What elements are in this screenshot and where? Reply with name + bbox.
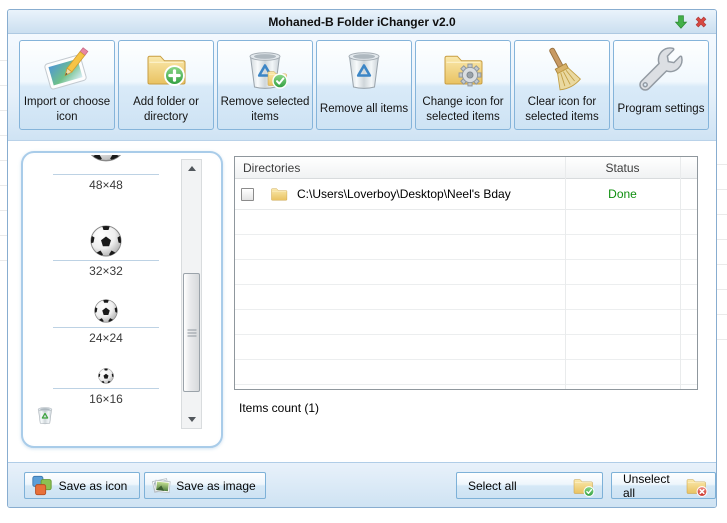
- button-label: Save as image: [176, 478, 256, 493]
- folder-gear-icon: [444, 55, 483, 87]
- toolbar-button-label: Remove selected items: [220, 95, 310, 123]
- size-label-24: 24×24: [89, 331, 123, 345]
- select-all-button[interactable]: Select all: [456, 472, 603, 499]
- folder-plus-icon: [147, 55, 186, 87]
- soccer-ball-preview-16: [98, 368, 114, 384]
- toolbar-button-program-settings[interactable]: Program settings: [613, 40, 709, 130]
- save-as-icon-button[interactable]: Save as icon: [24, 472, 140, 499]
- directories-table: Directories Status C:\Users\Loverboy\Des…: [234, 156, 698, 390]
- table-row-empty: [235, 310, 697, 335]
- table-row-empty: [235, 360, 697, 385]
- wrench-icon: [639, 47, 683, 91]
- green-down-arrow-icon: [674, 15, 688, 29]
- triangle-down-icon: [187, 417, 196, 422]
- photo-icon: [151, 477, 171, 493]
- recycle-bin-check-icon: [249, 52, 288, 89]
- row-checkbox[interactable]: [241, 187, 254, 201]
- toolbar: Import or choose icon Add folder or dire…: [8, 34, 716, 141]
- toolbar-button-add-folder[interactable]: Add folder or directory: [118, 40, 214, 130]
- toolbar-button-import-or-choose-icon[interactable]: Import or choose icon: [19, 40, 115, 130]
- table-row-empty: [235, 285, 697, 310]
- directory-path: C:\Users\Loverboy\Desktop\Neel's Bday: [297, 187, 511, 201]
- background-window-edge: [717, 140, 727, 340]
- table-row[interactable]: C:\Users\Loverboy\Desktop\Neel's Bday Do…: [235, 179, 697, 210]
- table-gridline: [680, 157, 681, 389]
- recycle-bin-icon: [348, 52, 380, 89]
- toolbar-button-remove-all[interactable]: Remove all items: [316, 40, 412, 130]
- status-value: Done: [608, 187, 637, 201]
- separator: [53, 388, 159, 389]
- directory-cell: C:\Users\Loverboy\Desktop\Neel's Bday: [235, 184, 565, 204]
- window-title: Mohaned-B Folder iChanger v2.0: [268, 15, 456, 29]
- column-header-directories[interactable]: Directories: [235, 161, 565, 175]
- button-label: Select all: [468, 478, 517, 493]
- folder-check-icon: [573, 478, 595, 497]
- table-row-empty: [235, 210, 697, 235]
- table-row-empty: [235, 235, 697, 260]
- scrollbar-thumb[interactable]: [183, 273, 200, 392]
- table-gridline: [565, 157, 566, 389]
- scroll-down-button[interactable]: [182, 412, 201, 427]
- toolbar-button-change-icon[interactable]: Change icon for selected items: [415, 40, 511, 130]
- icon-preview-panel: 48×48 32×32 24×24 16×16: [21, 151, 223, 448]
- close-icon: [695, 16, 707, 28]
- table-row-empty: [235, 335, 697, 360]
- table-header: Directories Status: [235, 157, 697, 179]
- button-label: Unselect all: [623, 471, 670, 500]
- minimize-to-tray-button[interactable]: [673, 14, 689, 30]
- app-window: Mohaned-B Folder iChanger v2.0 Import or…: [7, 9, 717, 508]
- main-content: 48×48 32×32 24×24 16×16 Directories Stat…: [8, 141, 716, 463]
- toolbar-button-label: Clear icon for selected items: [525, 95, 599, 123]
- recycle-bin-icon[interactable]: [34, 404, 56, 426]
- toolbar-button-label: Import or choose icon: [23, 95, 111, 123]
- toolbar-button-label: Add folder or directory: [133, 95, 199, 123]
- table-row-empty: [235, 260, 697, 285]
- color-squares-icon: [32, 475, 52, 495]
- folder-icon: [271, 188, 288, 201]
- separator: [53, 327, 159, 328]
- background-window-edge: [0, 36, 7, 271]
- separator: [53, 174, 159, 175]
- size-label-48: 48×48: [89, 178, 123, 192]
- column-header-status[interactable]: Status: [565, 161, 680, 175]
- picture-pencil-icon: [44, 47, 89, 90]
- toolbar-button-remove-selected[interactable]: Remove selected items: [217, 40, 313, 130]
- triangle-up-icon: [187, 166, 196, 171]
- toolbar-button-clear-icon[interactable]: Clear icon for selected items: [514, 40, 610, 130]
- unselect-all-button[interactable]: Unselect all: [611, 471, 716, 500]
- close-button[interactable]: [693, 14, 709, 30]
- soccer-ball-preview-24: [94, 299, 118, 323]
- size-label-16: 16×16: [89, 392, 123, 406]
- button-label: Save as icon: [58, 478, 128, 493]
- separator: [53, 260, 159, 261]
- bottom-bar: Save as icon Save as image Select all Un…: [8, 462, 716, 507]
- titlebar: Mohaned-B Folder iChanger v2.0: [8, 10, 716, 34]
- toolbar-button-label: Change icon for selected items: [422, 95, 504, 123]
- scroll-up-button[interactable]: [182, 161, 201, 176]
- items-count-label: Items count (1): [239, 401, 320, 415]
- toolbar-button-label: Program settings: [617, 103, 705, 116]
- size-label-32: 32×32: [89, 264, 123, 278]
- table-row-empty: [235, 385, 697, 389]
- save-as-image-button[interactable]: Save as image: [144, 472, 266, 499]
- soccer-ball-preview-32: [90, 225, 122, 257]
- thumb-grip-icon: [187, 329, 196, 336]
- soccer-ball-preview-48-clipped: [84, 155, 128, 162]
- preview-scrollbar[interactable]: [181, 159, 202, 429]
- broom-icon: [549, 47, 581, 91]
- folder-x-icon: [686, 478, 708, 497]
- toolbar-button-label: Remove all items: [319, 103, 409, 116]
